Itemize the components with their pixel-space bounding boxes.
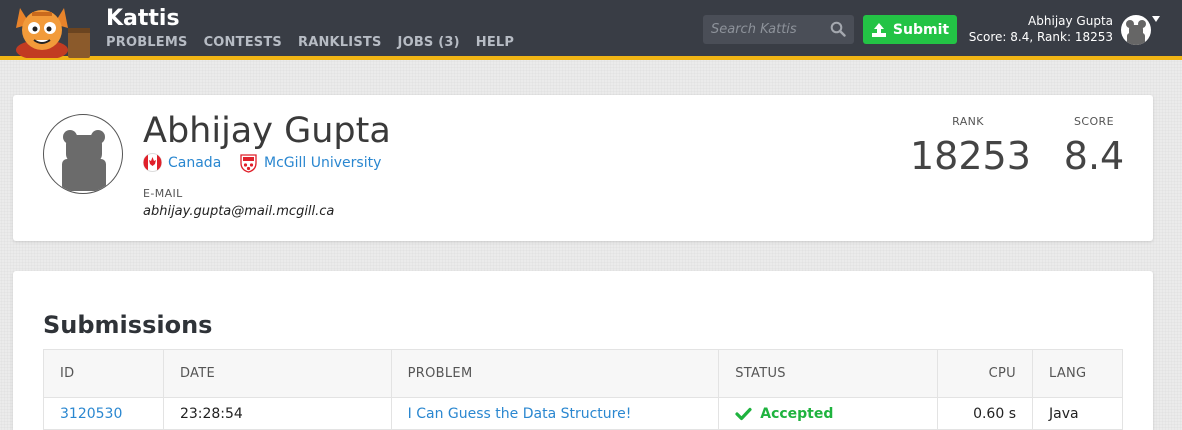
main-nav: PROBLEMS CONTESTS RANKLISTS JOBS (3) HEL… (106, 35, 514, 50)
submission-cpu: 0.60 s (937, 397, 1033, 430)
submission-problem-cell: I Can Guess the Data Structure! (390, 397, 720, 430)
col-id[interactable]: ID (43, 349, 164, 398)
country-link[interactable]: Canada (168, 155, 221, 171)
kattis-logo-icon[interactable] (12, 2, 96, 58)
submission-status-cell: Accepted (718, 397, 939, 430)
upload-icon (871, 22, 886, 37)
nav-jobs[interactable]: JOBS (3) (398, 35, 460, 50)
score-stat: SCORE 8.4 (1053, 115, 1135, 178)
submissions-card: Submissions ID DATE PROBLEM STATUS CPU L… (13, 271, 1153, 430)
nav-help[interactable]: HELP (476, 35, 514, 50)
user-summary[interactable]: Abhijay Gupta Score: 8.4, Rank: 18253 (969, 13, 1113, 45)
email-value: abhijay.gupta@mail.mcgill.ca (143, 204, 335, 219)
submissions-table: ID DATE PROBLEM STATUS CPU LANG 3120530 … (43, 349, 1123, 430)
submit-button[interactable]: Submit (863, 15, 957, 44)
profile-name: Abhijay Gupta (143, 111, 391, 151)
search-icon[interactable] (830, 21, 846, 37)
status-label: Accepted (760, 405, 834, 422)
submissions-title: Submissions (43, 311, 213, 339)
col-cpu[interactable]: CPU (937, 349, 1033, 398)
status-accepted: Accepted (735, 406, 921, 422)
nav-contests[interactable]: CONTESTS (204, 35, 282, 50)
search-box (703, 15, 854, 44)
country-affiliation: Canada (143, 153, 221, 172)
table-header-row: ID DATE PROBLEM STATUS CPU LANG (43, 349, 1123, 398)
score-label: SCORE (1074, 115, 1114, 128)
user-avatar-icon[interactable] (1121, 15, 1151, 45)
profile-avatar-icon (43, 114, 123, 194)
nav-problems[interactable]: PROBLEMS (106, 35, 188, 50)
table-row: 3120530 23:28:54 I Can Guess the Data St… (43, 397, 1123, 430)
rank-stat: RANK 18253 (910, 115, 1031, 178)
problem-link[interactable]: I Can Guess the Data Structure! (408, 406, 632, 422)
rank-value: 18253 (910, 134, 1031, 178)
university-affiliation: McGill University (239, 153, 381, 173)
submit-button-label: Submit (892, 21, 950, 38)
search-input[interactable] (703, 15, 823, 44)
submission-lang: Java (1032, 397, 1123, 430)
rank-label: RANK (952, 115, 984, 128)
check-icon (735, 407, 752, 420)
submission-date: 23:28:54 (162, 397, 392, 430)
col-problem[interactable]: PROBLEM (390, 349, 720, 398)
user-score-rank: Score: 8.4, Rank: 18253 (968, 30, 1113, 44)
submission-id-link[interactable]: 3120530 (60, 406, 122, 422)
brand-name[interactable]: Kattis (106, 6, 180, 31)
col-date[interactable]: DATE (162, 349, 392, 398)
user-name: Abhijay Gupta (1028, 14, 1113, 28)
caret-down-icon[interactable] (1152, 16, 1160, 22)
profile-card: Abhijay Gupta Canada McGill University E… (13, 95, 1153, 241)
email-label: E-MAIL (143, 187, 183, 200)
university-link[interactable]: McGill University (264, 155, 381, 171)
top-navbar: Kattis PROBLEMS CONTESTS RANKLISTS JOBS … (0, 0, 1182, 60)
col-lang[interactable]: LANG (1032, 349, 1123, 398)
score-value: 8.4 (1063, 134, 1125, 178)
col-status[interactable]: STATUS (718, 349, 939, 398)
mcgill-crest-icon (240, 154, 257, 173)
canada-flag-icon (143, 153, 162, 172)
submission-id-cell: 3120530 (43, 397, 164, 430)
nav-ranklists[interactable]: RANKLISTS (298, 35, 382, 50)
